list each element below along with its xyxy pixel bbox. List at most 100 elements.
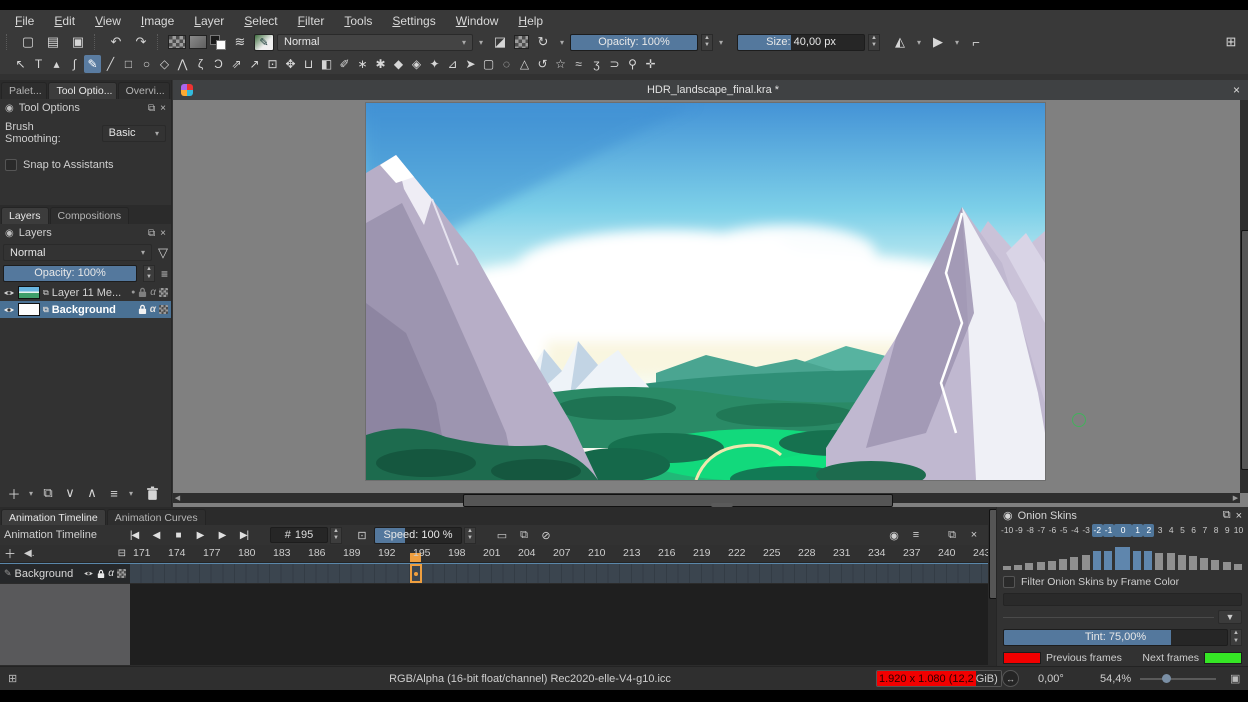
speed-slider[interactable]: Speed: 100 % xyxy=(374,527,462,544)
visibility-eye-icon[interactable] xyxy=(83,570,94,577)
multibrush-tool[interactable]: ↗ xyxy=(246,55,263,73)
lock-icon[interactable] xyxy=(138,304,147,315)
layer-filter-icon[interactable]: ▽ xyxy=(158,245,168,261)
color-sampler-tool[interactable]: ✐ xyxy=(336,55,353,73)
background-color[interactable] xyxy=(216,40,226,50)
onion-offset-9[interactable]: 9 xyxy=(1222,524,1233,537)
alpha-lock-icon[interactable]: α xyxy=(150,287,156,298)
size-spinner[interactable]: ▲▼ xyxy=(868,34,880,51)
onion-opacity-bar-5[interactable] xyxy=(1178,555,1186,570)
onion-offset--8[interactable]: -8 xyxy=(1025,524,1036,537)
skip-to-start-button[interactable]: |◀ xyxy=(124,530,144,541)
onion-offset-10[interactable]: 10 xyxy=(1233,524,1244,537)
ellipse-tool[interactable]: ○ xyxy=(138,55,155,73)
menu-image[interactable]: Image xyxy=(132,12,183,30)
tint-slider[interactable]: Tint: 75,00% xyxy=(1003,629,1228,646)
close-docker-icon[interactable]: × xyxy=(1236,510,1242,522)
current-keyframe-cell[interactable] xyxy=(410,564,422,583)
float-docker-icon[interactable]: ⧉ xyxy=(942,529,962,542)
onion-opacity-bar--7[interactable] xyxy=(1037,562,1045,570)
dock-tab-palet-[interactable]: Palet... xyxy=(1,82,47,99)
onion-opacity-bar--8[interactable] xyxy=(1025,563,1033,570)
tab-animation-timeline[interactable]: Animation Timeline xyxy=(1,509,106,525)
frame-ruler[interactable]: ＋ ◀. ⊟ 171174177180183186189192195198201… xyxy=(0,545,988,563)
menu-view[interactable]: View xyxy=(86,12,130,30)
text-tool[interactable]: T xyxy=(30,55,47,73)
timeline-vertical-scrollbar[interactable] xyxy=(988,507,996,676)
inherit-alpha-icon[interactable] xyxy=(117,569,126,578)
close-docker-icon[interactable]: × xyxy=(160,228,166,239)
onion-opacity-bar--10[interactable] xyxy=(1003,566,1011,570)
menu-layer[interactable]: Layer xyxy=(185,12,233,30)
new-document-button[interactable]: ▢ xyxy=(17,33,39,52)
next-frames-color-swatch[interactable] xyxy=(1204,652,1242,664)
smart-patch-tool[interactable]: ✱ xyxy=(372,55,389,73)
layer-opacity-slider[interactable]: Opacity: 100% xyxy=(3,265,137,282)
fg-bg-color-selector[interactable] xyxy=(210,35,226,50)
lock-icon[interactable] xyxy=(97,569,105,579)
onion-opacity-bar-9[interactable] xyxy=(1223,562,1231,570)
pin-icon[interactable]: ● xyxy=(131,289,135,296)
colorize-mask-tool[interactable]: ✦ xyxy=(426,55,443,73)
duplicate-layer-button[interactable]: ⧉ xyxy=(38,485,58,501)
lock-icon[interactable] xyxy=(138,287,147,298)
assistants-tool[interactable]: ⊿ xyxy=(444,55,461,73)
transform-tool[interactable]: ⊡ xyxy=(264,55,281,73)
patch-tool[interactable]: ∗ xyxy=(354,55,371,73)
tab-layers[interactable]: Layers xyxy=(1,207,49,224)
scroll-left-arrow[interactable]: ◀ xyxy=(173,493,182,503)
onion-offset--9[interactable]: -9 xyxy=(1013,524,1024,537)
onion-offset-0[interactable]: 0 xyxy=(1114,524,1132,537)
skip-to-end-button[interactable]: ▶| xyxy=(234,530,254,541)
shape-select-tool[interactable]: ↖ xyxy=(12,55,29,73)
reference-images-tool[interactable]: ➤ xyxy=(462,55,479,73)
next-frame-button[interactable]: ▶ xyxy=(212,530,232,541)
pin-icon[interactable]: ✎ xyxy=(4,568,12,579)
onion-offset-3[interactable]: 3 xyxy=(1154,524,1165,537)
save-button[interactable]: ▣ xyxy=(67,33,89,52)
layer-row-layer11[interactable]: ⧉ Layer 11 Me... ● α xyxy=(0,284,171,301)
collapse-chevron-button[interactable]: ▼ xyxy=(1218,610,1242,624)
onion-offset--10[interactable]: -10 xyxy=(1001,524,1013,537)
canvas-only-mode-icon[interactable]: ▣ xyxy=(1230,672,1240,685)
menu-file[interactable]: File xyxy=(6,12,43,30)
onion-offset-8[interactable]: 8 xyxy=(1210,524,1221,537)
scrollbar-thumb[interactable] xyxy=(463,494,893,507)
inherit-alpha-icon[interactable] xyxy=(159,288,168,297)
alpha-lock-icon[interactable]: α xyxy=(150,304,156,315)
mirror-v-dropdown-arrow[interactable]: ▾ xyxy=(952,38,962,47)
layer-row-background[interactable]: ⧉ Background α xyxy=(0,301,171,318)
drop-frames-button[interactable]: ⊘ xyxy=(536,529,556,542)
onion-offset-6[interactable]: 6 xyxy=(1188,524,1199,537)
dynamic-brush-tool[interactable]: ⇗ xyxy=(228,55,245,73)
open-document-button[interactable]: ▤ xyxy=(42,33,64,52)
onion-opacity-bar-8[interactable] xyxy=(1211,560,1219,570)
onion-offset--5[interactable]: -5 xyxy=(1058,524,1069,537)
inherit-alpha-icon[interactable] xyxy=(159,305,168,314)
canvas-horizontal-scrollbar[interactable]: ◀ ▶ xyxy=(173,493,1240,503)
duplicate-frame-button[interactable]: ⧉ xyxy=(514,529,534,542)
onion-opacity-bar--9[interactable] xyxy=(1014,565,1022,570)
track-label-cell[interactable]: ✎ Background α xyxy=(0,564,130,583)
similar-select-tool[interactable]: ≈ xyxy=(570,55,587,73)
layer-blending-combo[interactable]: Normal ▾ xyxy=(3,244,152,261)
pan-tool[interactable]: ✛ xyxy=(642,55,659,73)
track-frames-grid[interactable] xyxy=(130,564,988,583)
calligraphy-tool[interactable]: ∫ xyxy=(66,55,83,73)
brush-smoothing-combo[interactable]: Basic ▾ xyxy=(102,125,166,142)
onion-opacity-bar--6[interactable] xyxy=(1048,561,1056,570)
mirror-vertical-button[interactable]: ▶ xyxy=(927,33,949,52)
filter-onion-skins-checkbox[interactable] xyxy=(1003,576,1015,588)
delete-layer-trash-icon[interactable] xyxy=(146,486,159,501)
add-keyframe-button[interactable]: ＋ xyxy=(4,545,16,562)
onion-offset--2[interactable]: -2 xyxy=(1092,524,1103,537)
reload-dropdown-arrow[interactable]: ▾ xyxy=(557,38,567,47)
zoom-tool[interactable]: ⚲ xyxy=(624,55,641,73)
scrollbar-thumb[interactable] xyxy=(1241,230,1248,470)
opacity-spinner[interactable]: ▲▼ xyxy=(701,34,713,51)
painting-canvas[interactable] xyxy=(366,103,1045,480)
wrap-around-button[interactable]: ⌐ xyxy=(965,33,987,52)
menu-tools[interactable]: Tools xyxy=(335,12,381,30)
pattern-chooser[interactable] xyxy=(189,35,207,49)
onion-offset-4[interactable]: 4 xyxy=(1166,524,1177,537)
